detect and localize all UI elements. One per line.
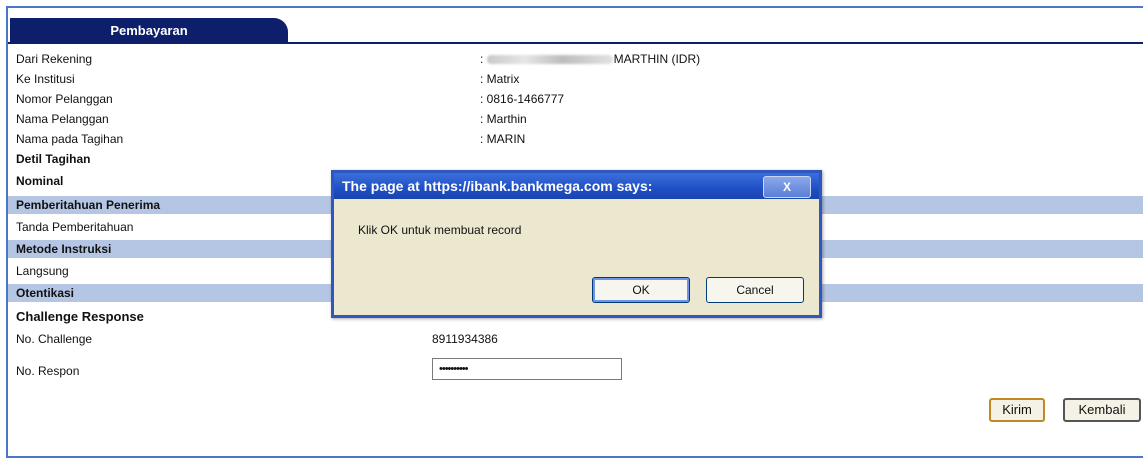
label-no-respon: No. Respon bbox=[16, 364, 80, 378]
section-title: Pemberitahuan Penerima bbox=[16, 198, 161, 212]
heading-detil-tagihan: Detil Tagihan bbox=[16, 152, 91, 166]
dialog-message: Klik OK untuk membuat record bbox=[358, 223, 522, 237]
label-dari-rekening: Dari Rekening bbox=[16, 52, 93, 66]
heading-nominal: Nominal bbox=[16, 174, 64, 188]
value-account-name: MARTHIN (IDR) bbox=[613, 52, 701, 66]
confirm-dialog: The page at https://ibank.bankmega.com s… bbox=[331, 170, 822, 318]
value-prefix: : bbox=[480, 52, 487, 66]
heading-challenge-response: Challenge Response bbox=[16, 309, 144, 324]
value-nama-pelanggan: : Marthin bbox=[480, 112, 527, 126]
value-ke-institusi: : Matrix bbox=[480, 72, 520, 86]
tab-underline bbox=[8, 42, 1143, 44]
label-nama-pada-tagihan: Nama pada Tagihan bbox=[16, 132, 124, 146]
label-ke-institusi: Ke Institusi bbox=[16, 72, 75, 86]
section-title: Metode Instruksi bbox=[16, 242, 112, 256]
kembali-button[interactable]: Kembali bbox=[1063, 398, 1141, 422]
value-nomor-pelanggan: : 0816-1466777 bbox=[480, 92, 565, 106]
label-no-challenge: No. Challenge bbox=[16, 332, 93, 346]
section-title: Otentikasi bbox=[16, 286, 75, 300]
value-no-challenge: 8911934386 bbox=[432, 332, 498, 346]
value-dari-rekening: : MARTHIN (IDR) bbox=[480, 50, 700, 68]
dialog-title: The page at https://ibank.bankmega.com s… bbox=[342, 178, 653, 194]
respon-input[interactable]: •••••••••• bbox=[432, 358, 622, 380]
tab-label: Pembayaran bbox=[110, 22, 188, 38]
value-nama-pada-tagihan: : MARIN bbox=[480, 132, 526, 146]
dialog-title-bar[interactable]: The page at https://ibank.bankmega.com s… bbox=[334, 173, 819, 199]
label-nomor-pelanggan: Nomor Pelanggan bbox=[16, 92, 113, 106]
close-icon[interactable]: X bbox=[763, 176, 811, 198]
label-tanda-pemberitahuan: Tanda Pemberitahuan bbox=[16, 220, 134, 234]
tab-pembayaran[interactable]: Pembayaran bbox=[10, 18, 288, 42]
kirim-button[interactable]: Kirim bbox=[989, 398, 1045, 422]
label-langsung: Langsung bbox=[16, 264, 69, 278]
redacted-account-number bbox=[486, 55, 613, 65]
ok-button[interactable]: OK bbox=[592, 277, 690, 303]
cancel-button[interactable]: Cancel bbox=[706, 277, 804, 303]
label-nama-pelanggan: Nama Pelanggan bbox=[16, 112, 109, 126]
